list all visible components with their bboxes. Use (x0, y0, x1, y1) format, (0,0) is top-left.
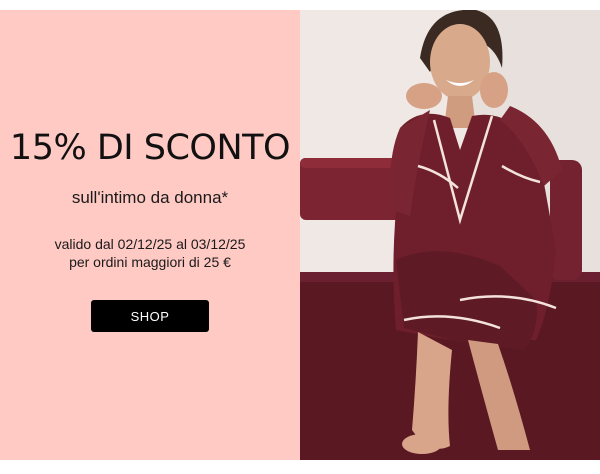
promo-headline: 15% DI SCONTO (9, 128, 291, 168)
promo-banner[interactable]: 15% DI SCONTO sull'intimo da donna* vali… (0, 10, 600, 460)
promo-terms: valido dal 02/12/25 al 03/12/25 per ordi… (0, 235, 300, 271)
promo-terms-dates: valido dal 02/12/25 al 03/12/25 (54, 236, 246, 252)
left-shin (412, 332, 452, 449)
shop-button[interactable]: SHOP (91, 300, 209, 332)
left-foot (402, 434, 442, 454)
right-hand (480, 72, 508, 108)
product-photo[interactable] (300, 10, 600, 460)
promo-subhead: sull'intimo da donna* (71, 188, 229, 207)
left-hand (406, 83, 442, 109)
promo-text-panel: 15% DI SCONTO sull'intimo da donna* vali… (0, 10, 300, 460)
model-illustration (300, 10, 600, 460)
bench-arm (550, 160, 582, 280)
promo-terms-minimum: per ordini maggiori di 25 € (69, 254, 231, 270)
